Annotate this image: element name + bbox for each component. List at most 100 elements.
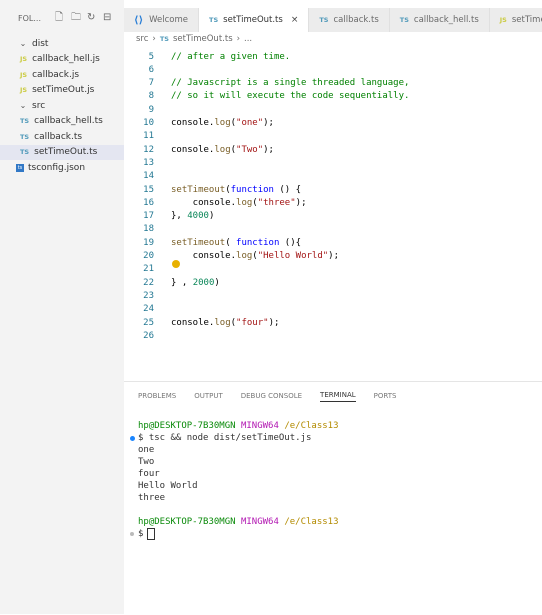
line-number: 10 [143, 118, 154, 128]
code-text: // so it will execute the code sequentia… [171, 91, 410, 102]
new-folder-icon[interactable]: 🗀 [71, 13, 81, 23]
code-line: 9 [124, 103, 171, 116]
tree-item[interactable]: TS callback.ts [0, 129, 124, 145]
tab-settimeout-ts[interactable]: TS setTimeOut.ts × [199, 8, 310, 32]
tree-item-label: tsconfig.json [28, 162, 86, 173]
explorer-sidebar: FOL... 🗋 🗀 ↻ ⊟ ⌄ dist JS callback_hell.js JS… [0, 0, 124, 614]
tree-item-label: callback.js [32, 69, 80, 80]
breadcrumb-folder[interactable]: src [136, 34, 148, 44]
code-line: 26 [124, 329, 171, 342]
code-line: 12 console.log("Two"); [124, 143, 274, 156]
chevron-right-icon: › [236, 34, 241, 44]
js-file-icon: JS [499, 16, 507, 24]
terminal-path: /e/Class13 [284, 517, 339, 527]
terminal-input-line[interactable]: $ [130, 528, 339, 540]
line-number: 18 [143, 224, 154, 235]
tab-problems[interactable]: PROBLEMS [138, 392, 176, 400]
terminal-prompt-symbol: $ [138, 529, 144, 539]
tree-item[interactable]: TS setTimeOut.ts [0, 144, 124, 160]
tree-item[interactable]: ⌄ src [0, 98, 124, 114]
code-text: console.log("Hello World"); [171, 251, 340, 261]
tab-label: Welcome [149, 15, 189, 25]
tree-item[interactable]: ⌄ dist [0, 36, 124, 52]
line-number: 12 [143, 144, 154, 155]
code-line: 15 setTimeout(function () { [124, 183, 301, 196]
code-line: 23 [124, 289, 171, 302]
ts-file-icon: TS [20, 117, 30, 126]
terminal-output: one Two four Hello World three [138, 444, 339, 504]
line-number: 22 [143, 277, 154, 288]
code-text: // Javascript is a single threaded langu… [171, 78, 410, 89]
code-text: console.log("Two"); [171, 144, 274, 155]
code-line: 24 [124, 303, 171, 316]
line-number: 11 [143, 131, 154, 142]
close-icon[interactable]: × [291, 15, 299, 25]
terminal-user: hp@DESKTOP-7B30MGN [138, 421, 236, 431]
terminal-output-line: Hello World [138, 481, 198, 491]
explorer-title: FOL... [18, 13, 41, 23]
breadcrumb-file[interactable]: setTimeOut.ts [173, 34, 233, 44]
new-file-icon[interactable]: 🗋 [55, 13, 65, 23]
code-editor[interactable]: 5 // after a given time. 6 7 // Javascript i… [124, 48, 542, 378]
line-number: 13 [143, 157, 154, 168]
collapse-all-icon[interactable]: ⊟ [103, 13, 113, 23]
line-number: 21 [143, 264, 154, 275]
tab-welcome[interactable]: ⟨⟩ Welcome [124, 8, 200, 32]
line-number: 19 [143, 237, 154, 248]
tab-debug-console[interactable]: DEBUG CONSOLE [241, 392, 302, 400]
code-line: 21 [124, 263, 171, 276]
prompt-dot-icon [130, 532, 134, 536]
line-number: 6 [148, 64, 154, 75]
code-line: 22 } , 2000) [124, 276, 220, 289]
tree-item-label: callback_hell.ts [34, 116, 103, 127]
chevron-down-icon: ⌄ [19, 39, 27, 49]
tree-item-label: callback.ts [34, 131, 83, 142]
line-number: 8 [148, 91, 154, 102]
code-line: 17}, 4000) [124, 210, 214, 223]
tree-item[interactable]: JS callback.js [0, 67, 124, 83]
tree-item-label: callback_hell.js [32, 54, 100, 65]
line-number: 7 [148, 78, 154, 89]
terminal-command: $ tsc && node dist/setTimeOut.js [138, 433, 312, 443]
tab-settimeout-js[interactable]: JS setTime [489, 8, 542, 32]
terminal-command-line: $ tsc && node dist/setTimeOut.js [130, 432, 339, 444]
code-line: 14 [124, 170, 171, 183]
terminal-path: /e/Class13 [284, 421, 339, 431]
terminal[interactable]: hp@DESKTOP-7B30MGN MINGW64 /e/Class13 $ … [130, 420, 339, 540]
line-number: 23 [143, 290, 154, 301]
line-number: 26 [143, 330, 154, 341]
vscode-icon: ⟨⟩ [134, 14, 144, 26]
code-text: console.log("three"); [171, 197, 307, 208]
tree-item-label: setTimeOut.js [32, 85, 95, 96]
chevron-down-icon: ⌄ [19, 101, 27, 111]
tab-output[interactable]: OUTPUT [194, 392, 223, 400]
tab-label: setTime [511, 15, 542, 25]
code-line: 7 // Javascript is a single threaded lang… [124, 77, 410, 90]
tree-item[interactable]: ts tsconfig.json [0, 160, 124, 176]
ts-file-icon: TS [20, 148, 30, 157]
editor-tabs: ⟨⟩ Welcome TS setTimeOut.ts × TS callbac… [124, 8, 542, 32]
tab-terminal[interactable]: TERMINAL [320, 391, 356, 402]
tree-item-label: setTimeOut.ts [34, 147, 98, 158]
tab-callback-ts[interactable]: TS callback.ts [309, 8, 390, 32]
tab-ports[interactable]: PORTS [374, 392, 397, 400]
code-text: setTimeout(function () { [171, 184, 302, 195]
tree-item[interactable]: JS callback_hell.js [0, 52, 124, 68]
code-text: } , 2000) [171, 277, 220, 288]
js-file-icon: JS [20, 86, 28, 95]
tab-callback-hell-ts[interactable]: TS callback_hell.ts [389, 8, 490, 32]
tree-item-label: dist [32, 38, 49, 49]
terminal-host: MINGW64 [240, 421, 279, 431]
code-line: 19 setTimeout( function (){ [124, 236, 301, 249]
terminal-output-line: three [138, 493, 166, 503]
tree-item[interactable]: JS setTimeOut.js [0, 83, 124, 99]
ts-file-icon: TS [209, 16, 219, 24]
breadcrumb-more[interactable]: ... [244, 34, 252, 44]
refresh-icon[interactable]: ↻ [87, 13, 97, 23]
line-number: 17 [143, 211, 154, 222]
terminal-output-line: Two [138, 457, 155, 467]
line-number: 25 [143, 317, 154, 328]
tree-item[interactable]: TS callback_hell.ts [0, 114, 124, 130]
terminal-host: MINGW64 [240, 517, 279, 527]
